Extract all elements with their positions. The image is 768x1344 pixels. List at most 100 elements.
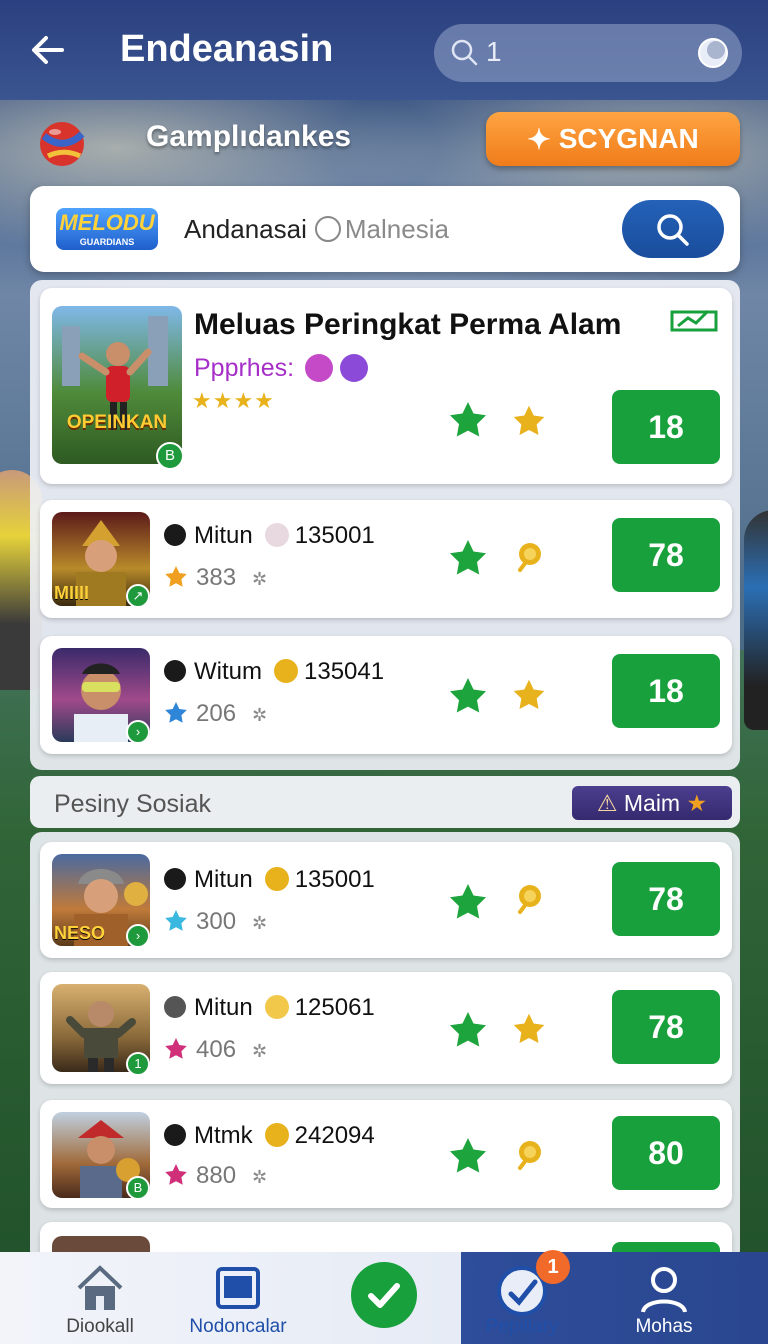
star-stat-icon xyxy=(165,566,187,587)
warning-icon: ⚠ xyxy=(596,790,618,816)
player-stat: 383 ✲ xyxy=(164,564,267,592)
green-star-icon[interactable] xyxy=(448,1010,488,1050)
sparkle-icon: ✲ xyxy=(252,569,268,589)
nav-leaderboard[interactable]: 1 Pepillary xyxy=(462,1250,582,1344)
signup-label: SCYGNAN xyxy=(558,123,699,154)
featured-badge: B xyxy=(156,442,184,470)
player-name: Mitun 135001 xyxy=(164,866,375,894)
score-button[interactable]: 78 xyxy=(612,862,720,936)
row-badge: › xyxy=(126,720,150,744)
green-star-icon[interactable] xyxy=(448,538,488,578)
player-name: Mitun 125061 xyxy=(164,994,375,1022)
search-icon xyxy=(451,39,478,66)
player-id: 125061 xyxy=(294,994,375,1021)
score-button[interactable]: 18 xyxy=(612,654,720,728)
player-name: Mtmk 242094 xyxy=(164,1122,375,1150)
player-name: Mitun 135001 xyxy=(164,522,375,550)
list-item[interactable]: › Witum 135041 206 ✲ 18 xyxy=(40,636,732,754)
search-button[interactable] xyxy=(622,200,724,258)
flower-stat-icon xyxy=(165,1164,187,1185)
green-star-icon[interactable] xyxy=(448,1136,488,1176)
star-stat-icon xyxy=(165,910,187,931)
star-icon: ★ xyxy=(686,790,708,816)
star-stat-icon xyxy=(165,702,187,723)
score-button[interactable]: 78 xyxy=(612,518,720,592)
medal-icon xyxy=(305,354,334,382)
home-icon xyxy=(77,1265,123,1310)
list-item[interactable]: MIIII ↗ Mitun 135001 383 ✲ 78 xyxy=(40,500,732,618)
bottom-nav: Diookall Nodoncalar 1 Pepillary Mohas xyxy=(0,1250,768,1344)
section-title: Gamplıdankes xyxy=(146,120,352,153)
score-button[interactable]: 78 xyxy=(612,990,720,1064)
nav-label: Mohas xyxy=(635,1316,693,1337)
row-badge: B xyxy=(126,1176,150,1200)
score-button[interactable]: 80 xyxy=(612,1116,720,1190)
notification-badge: 1 xyxy=(536,1250,570,1284)
refresh-icon[interactable] xyxy=(696,36,730,70)
gold-medal-icon[interactable] xyxy=(512,1138,546,1172)
spark-icon: ✦ xyxy=(527,123,551,155)
coin-icon xyxy=(274,659,298,683)
ball-icon xyxy=(40,122,85,166)
avatar-icon xyxy=(339,354,368,382)
signup-button[interactable]: ✦ SCYGNAN xyxy=(486,112,740,166)
list-item[interactable]: NESO › Mitun 135001 300 ✲ 78 xyxy=(40,842,732,958)
row-badge: › xyxy=(126,924,150,948)
gold-medal-icon[interactable] xyxy=(512,882,546,916)
region-selector[interactable]: Andanasai Malnesia xyxy=(184,214,449,245)
featured-card[interactable]: OPEINKAN B Meluas Peringkat Perma Alam P… xyxy=(40,288,732,484)
user-icon xyxy=(641,1267,687,1313)
gold-star-icon[interactable] xyxy=(512,404,546,438)
nav-profile[interactable]: Mohas xyxy=(604,1252,724,1344)
green-star-icon[interactable] xyxy=(448,882,488,922)
search-input[interactable]: 1 xyxy=(434,24,742,82)
row-badge: ↗ xyxy=(126,584,150,608)
nav-home[interactable]: Diookall xyxy=(40,1252,160,1344)
featured-thumb-text: OPEINKAN xyxy=(66,412,168,433)
region-sub: Malnesia xyxy=(344,214,449,244)
background-player-right xyxy=(744,510,768,730)
nav-label: Pepillary xyxy=(485,1316,559,1337)
top-bar: Endeanasin 1 xyxy=(0,0,768,100)
nav-label: Nodoncalar xyxy=(189,1316,287,1337)
featured-subtitle: Ppprhes: xyxy=(194,354,368,383)
sparkle-icon: ✲ xyxy=(252,1167,268,1187)
list-item[interactable]: B Mtmk 242094 880 ✲ 80 xyxy=(40,1100,732,1208)
player-stat: 206 ✲ xyxy=(164,700,267,728)
gold-star-icon[interactable] xyxy=(512,678,546,712)
player-id: 135001 xyxy=(294,522,375,549)
score-button[interactable]: 18 xyxy=(612,390,720,464)
knight-badge-icon xyxy=(264,523,289,547)
gold-star-icon[interactable] xyxy=(512,1012,546,1046)
sparkle-icon: ✲ xyxy=(252,705,268,725)
green-star-icon[interactable] xyxy=(448,676,488,716)
back-arrow-icon[interactable] xyxy=(28,30,68,70)
user-avatar-icon xyxy=(164,660,186,682)
rating-stars: ★★★★ xyxy=(192,388,275,413)
check-circle-icon xyxy=(351,1262,417,1328)
nav-calendar[interactable]: Nodoncalar xyxy=(178,1252,298,1344)
coin-icon xyxy=(264,995,289,1019)
row-thumb-text: NESO xyxy=(54,923,106,943)
coin-icon xyxy=(264,1123,289,1147)
flower-stat-icon xyxy=(165,1038,187,1059)
region-label: Andanasai xyxy=(184,214,307,244)
featured-title: Meluas Peringkat Perma Alam xyxy=(194,308,622,341)
app-title: Endeanasin xyxy=(120,28,334,70)
row-thumb-text: MIIII xyxy=(54,583,89,603)
user-avatar-icon xyxy=(164,524,186,546)
location-pin-icon xyxy=(314,216,341,242)
nav-center-action[interactable] xyxy=(334,1252,434,1344)
coin-icon xyxy=(264,867,289,891)
section-title: Pesiny Sosiak xyxy=(54,790,212,818)
section-tag[interactable]: ⚠ Maim ★ xyxy=(572,786,732,820)
sparkle-icon: ✲ xyxy=(252,913,268,933)
green-star-icon[interactable] xyxy=(448,400,488,440)
player-id: 135001 xyxy=(294,866,375,893)
player-id: 242094 xyxy=(294,1122,375,1149)
nav-label: Diookall xyxy=(66,1316,134,1337)
player-stat: 880 ✲ xyxy=(164,1162,267,1190)
gold-medal-icon[interactable] xyxy=(512,540,546,574)
list-item[interactable]: 1 Mitun 125061 406 ✲ 78 xyxy=(40,972,732,1084)
section-header: Pesiny Sosiak ⚠ Maim ★ xyxy=(30,776,740,828)
